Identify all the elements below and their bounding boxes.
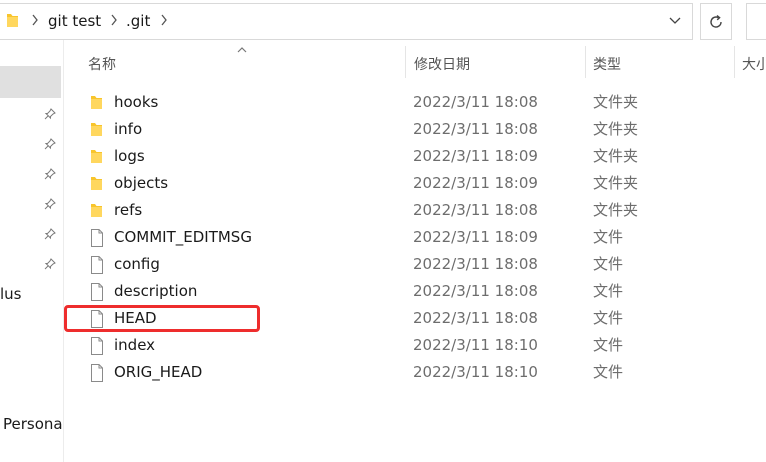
file-name: description: [114, 282, 198, 300]
breadcrumb-git-test[interactable]: git test: [48, 11, 101, 31]
chevron-right-icon: [32, 14, 38, 26]
file-name: ORIG_HEAD: [114, 363, 203, 381]
file-name: COMMIT_EDITMSG: [114, 228, 252, 246]
file-name: config: [114, 255, 160, 273]
search-input[interactable]: [746, 3, 766, 40]
file-name: hooks: [114, 93, 159, 111]
folder-icon: [91, 177, 102, 190]
file-type: 文件: [593, 336, 624, 354]
column-header-size[interactable]: 大小: [742, 54, 766, 76]
pin-icon[interactable]: [44, 168, 56, 180]
column-header-type[interactable]: 类型: [593, 54, 621, 76]
pin-icon[interactable]: [44, 108, 56, 120]
refresh-button[interactable]: [700, 3, 732, 40]
file-modified-date: 2022/3/11 18:08: [413, 282, 538, 300]
file-name: index: [114, 336, 156, 354]
file-modified-date: 2022/3/11 18:08: [413, 93, 538, 111]
file-name: info: [114, 120, 143, 138]
file-name: refs: [114, 201, 143, 219]
nav-selected-item[interactable]: [0, 66, 61, 98]
file-modified-date: 2022/3/11 18:09: [413, 228, 538, 246]
folder-icon: [91, 150, 102, 163]
file-row[interactable]: logs 2022/3/11 18:09 文件夹: [80, 143, 766, 170]
pin-icon[interactable]: [44, 228, 56, 240]
chevron-down-icon[interactable]: [668, 14, 682, 26]
file-type: 文件夹: [593, 120, 639, 138]
sort-ascending-icon: [237, 47, 247, 53]
file-type: 文件: [593, 282, 624, 300]
column-header-name[interactable]: 名称: [88, 54, 116, 76]
file-type: 文件: [593, 363, 624, 381]
file-type: 文件: [593, 255, 624, 273]
column-separator[interactable]: [734, 46, 735, 78]
file-type: 文件夹: [593, 93, 639, 111]
file-row[interactable]: info 2022/3/11 18:08 文件夹: [80, 116, 766, 143]
refresh-icon: [710, 14, 722, 28]
file-row[interactable]: index 2022/3/11 18:10 文件: [80, 332, 766, 359]
file-modified-date: 2022/3/11 18:09: [413, 147, 538, 165]
file-modified-date: 2022/3/11 18:08: [413, 309, 538, 327]
file-modified-date: 2022/3/11 18:09: [413, 174, 538, 192]
address-bar[interactable]: [0, 3, 693, 40]
file-modified-date: 2022/3/11 18:08: [413, 120, 538, 138]
file-modified-date: 2022/3/11 18:10: [413, 336, 538, 354]
navigation-pane: [0, 40, 63, 462]
file-modified-date: 2022/3/11 18:10: [413, 363, 538, 381]
breadcrumb-git[interactable]: .git: [126, 11, 150, 31]
file-icon: [91, 256, 103, 274]
file-name: objects: [114, 174, 169, 192]
chevron-right-icon: [111, 14, 117, 26]
file-icon: [91, 229, 103, 247]
file-row[interactable]: hooks 2022/3/11 18:08 文件夹: [80, 89, 766, 116]
file-row[interactable]: COMMIT_EDITMSG 2022/3/11 18:09 文件: [80, 224, 766, 251]
nav-item-label[interactable]: lus: [0, 284, 22, 304]
folder-icon: [7, 14, 18, 27]
folder-icon: [91, 123, 102, 136]
file-modified-date: 2022/3/11 18:08: [413, 255, 538, 273]
pin-icon[interactable]: [44, 138, 56, 150]
folder-icon: [91, 204, 102, 217]
file-type: 文件: [593, 309, 624, 327]
nav-item-label[interactable]: Persona: [3, 414, 63, 434]
pane-divider[interactable]: [63, 40, 64, 462]
file-row[interactable]: objects 2022/3/11 18:09 文件夹: [80, 170, 766, 197]
file-type: 文件夹: [593, 147, 639, 165]
file-modified-date: 2022/3/11 18:08: [413, 201, 538, 219]
file-type: 文件夹: [593, 174, 639, 192]
file-row[interactable]: config 2022/3/11 18:08 文件: [80, 251, 766, 278]
file-row[interactable]: refs 2022/3/11 18:08 文件夹: [80, 197, 766, 224]
pin-icon[interactable]: [44, 258, 56, 270]
highlight-annotation: [64, 305, 260, 332]
column-separator[interactable]: [405, 46, 406, 78]
file-icon: [91, 364, 103, 382]
file-icon: [91, 337, 103, 355]
file-row[interactable]: description 2022/3/11 18:08 文件: [80, 278, 766, 305]
file-name: logs: [114, 147, 145, 165]
column-separator[interactable]: [585, 46, 586, 78]
pin-icon[interactable]: [44, 198, 56, 210]
file-icon: [91, 283, 103, 301]
file-type: 文件: [593, 228, 624, 246]
file-row[interactable]: ORIG_HEAD 2022/3/11 18:10 文件: [80, 359, 766, 386]
column-header-date[interactable]: 修改日期: [414, 54, 470, 76]
chevron-right-icon[interactable]: [160, 14, 168, 26]
folder-icon: [91, 96, 102, 109]
file-type: 文件夹: [593, 201, 639, 219]
